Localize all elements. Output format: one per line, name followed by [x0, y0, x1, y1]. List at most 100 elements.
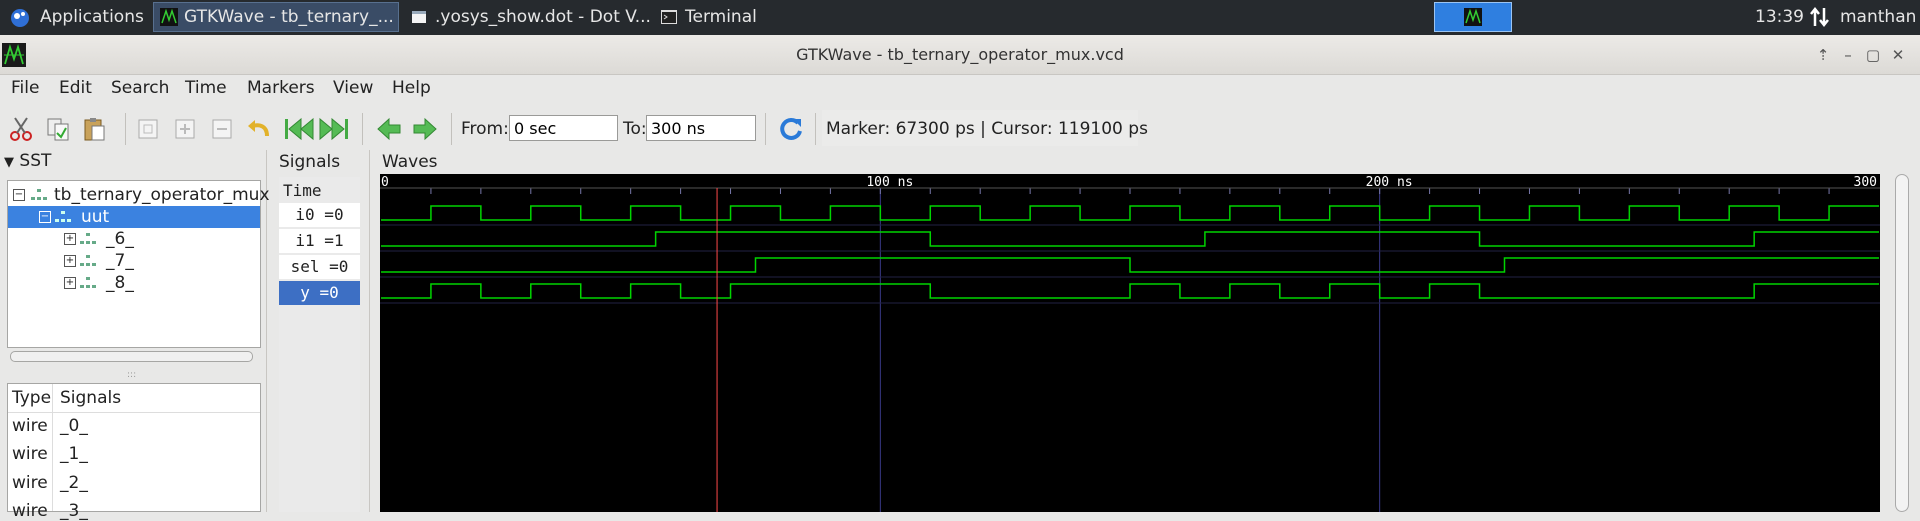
tree-node-label: _7_: [106, 251, 134, 271]
waveform-sel: [381, 257, 1879, 273]
collapse-triangle-icon: ▼: [4, 155, 14, 170]
from-time-input[interactable]: [509, 115, 618, 141]
close-button[interactable]: ✕: [1887, 45, 1909, 65]
separator: [765, 113, 766, 145]
terminal-icon: [661, 10, 677, 24]
tree-node-label: _6_: [106, 229, 134, 249]
from-label: From:: [461, 119, 509, 139]
user-menu[interactable]: manthan: [1840, 2, 1920, 32]
xfce-mouse-icon: [11, 9, 29, 27]
separator: [815, 113, 816, 145]
row-signal-name: _2_: [60, 473, 88, 493]
taskbar-window-label: GTKWave - tb_ternary_...: [184, 7, 394, 27]
menu-search[interactable]: Search: [111, 78, 169, 98]
expand-box-icon: +: [64, 233, 76, 245]
signals-column-header[interactable]: Signals: [60, 388, 121, 408]
menu-help[interactable]: Help: [392, 78, 431, 98]
window-titlebar[interactable]: GTKWave - tb_ternary_operator_mux.vcd ⇡ …: [0, 35, 1920, 75]
taskbar-window-gtkwave[interactable]: GTKWave - tb_ternary_...: [153, 2, 399, 32]
tree-node-label: tb_ternary_operator_mux: [54, 185, 270, 205]
applications-menu[interactable]: Applications: [0, 2, 156, 32]
copy-icon[interactable]: [44, 115, 72, 143]
waveform-canvas[interactable]: 0 100 ns 200 ns 300: [380, 174, 1880, 512]
tree-node[interactable]: − tb_ternary_operator_mux: [8, 184, 270, 206]
taskbar-window-label: .yosys_show.dot - Dot V...: [435, 7, 651, 27]
shade-button[interactable]: ⇡: [1812, 45, 1834, 65]
separator: [125, 113, 126, 145]
menu-markers[interactable]: Markers: [247, 78, 315, 98]
signal-row-sel[interactable]: sel =0: [279, 255, 360, 279]
collapse-box-icon: −: [39, 211, 51, 223]
menu-edit[interactable]: Edit: [59, 78, 92, 98]
minimize-button[interactable]: –: [1837, 45, 1859, 65]
tree-node[interactable]: + _8_: [8, 272, 260, 294]
taskbar-window-dot-viewer[interactable]: .yosys_show.dot - Dot V...: [407, 2, 659, 32]
expand-box-icon: +: [64, 277, 76, 289]
header-divider: [8, 412, 260, 413]
gtkwave-icon: [1464, 8, 1482, 26]
tree-node[interactable]: + _6_: [8, 228, 260, 250]
separator: [362, 113, 363, 145]
row-type: wire: [12, 416, 48, 436]
type-column-header[interactable]: Type: [12, 388, 51, 408]
row-signal-name: _1_: [60, 444, 88, 464]
row-type: wire: [12, 473, 48, 493]
sst-horizontal-scrollbar[interactable]: [10, 351, 253, 362]
pane-grip[interactable]: :::: [127, 370, 136, 380]
window-title: GTKWave - tb_ternary_operator_mux.vcd: [796, 45, 1124, 64]
taskbar-window-label: Terminal: [685, 7, 757, 27]
gtkwave-icon: [160, 8, 178, 26]
waveform-viewer[interactable]: 0 100 ns 200 ns 300: [380, 174, 1880, 512]
zoom-out-icon[interactable]: [208, 115, 236, 143]
menu-bar: File Edit Search Time Markers View Help: [0, 75, 1920, 103]
menu-time[interactable]: Time: [185, 78, 227, 98]
module-icon: [80, 255, 96, 266]
find-previous-edge-icon[interactable]: [375, 115, 403, 143]
row-signal-name: _0_: [60, 416, 88, 436]
tree-node-selected[interactable]: − uut: [8, 206, 260, 228]
row-type: wire: [12, 444, 48, 464]
waveform-i0: [381, 205, 1879, 221]
tree-node-label: uut: [81, 207, 110, 227]
signal-row-y-selected[interactable]: y =0: [279, 281, 360, 305]
zoom-in-icon[interactable]: [171, 115, 199, 143]
pane-divider[interactable]: [369, 150, 370, 512]
collapse-box-icon: −: [13, 189, 25, 201]
maximize-button[interactable]: ▢: [1862, 45, 1884, 65]
sst-header[interactable]: ▼ SST: [4, 151, 51, 171]
sst-tree: − tb_ternary_operator_mux − uut + _6_ + …: [7, 180, 270, 348]
marker-cursor-readout: Marker: 67300 ps | Cursor: 119100 ps: [826, 119, 1148, 139]
zoom-to-end-icon[interactable]: [318, 115, 348, 143]
sst-title: SST: [19, 151, 52, 171]
to-time-input[interactable]: [646, 115, 756, 141]
signals-panel-title: Signals: [279, 152, 341, 172]
to-label: To:: [623, 119, 647, 139]
signal-row-i1[interactable]: i1 =1: [279, 229, 360, 253]
clock[interactable]: 13:39: [1755, 2, 1805, 32]
document-icon: [412, 11, 426, 23]
undo-zoom-icon[interactable]: [245, 115, 273, 143]
menu-file[interactable]: File: [11, 78, 39, 98]
column-divider: [52, 384, 53, 511]
find-next-edge-icon[interactable]: [411, 115, 439, 143]
reload-icon[interactable]: [777, 115, 805, 143]
expand-box-icon: +: [64, 255, 76, 267]
row-type: wire: [12, 501, 48, 521]
signal-row-i0[interactable]: i0 =0: [279, 203, 360, 227]
waves-panel-title: Waves: [382, 152, 438, 172]
zoom-fit-icon[interactable]: [134, 115, 162, 143]
waveform-i1: [381, 231, 1879, 247]
network-icon[interactable]: [1810, 2, 1834, 32]
tree-node[interactable]: + _7_: [8, 250, 260, 272]
module-icon: [80, 233, 96, 244]
cut-icon[interactable]: [7, 115, 35, 143]
paste-icon[interactable]: [81, 115, 109, 143]
taskbar: Applications GTKWave - tb_ternary_... .y…: [0, 0, 1920, 35]
menu-view[interactable]: View: [333, 78, 373, 98]
waves-vertical-scrollbar[interactable]: [1895, 174, 1909, 512]
taskbar-window-terminal[interactable]: Terminal: [657, 2, 901, 32]
module-icon: [55, 211, 71, 222]
workspace-switcher[interactable]: [1434, 2, 1512, 32]
applications-label: Applications: [40, 7, 144, 27]
zoom-to-start-icon[interactable]: [283, 115, 314, 143]
